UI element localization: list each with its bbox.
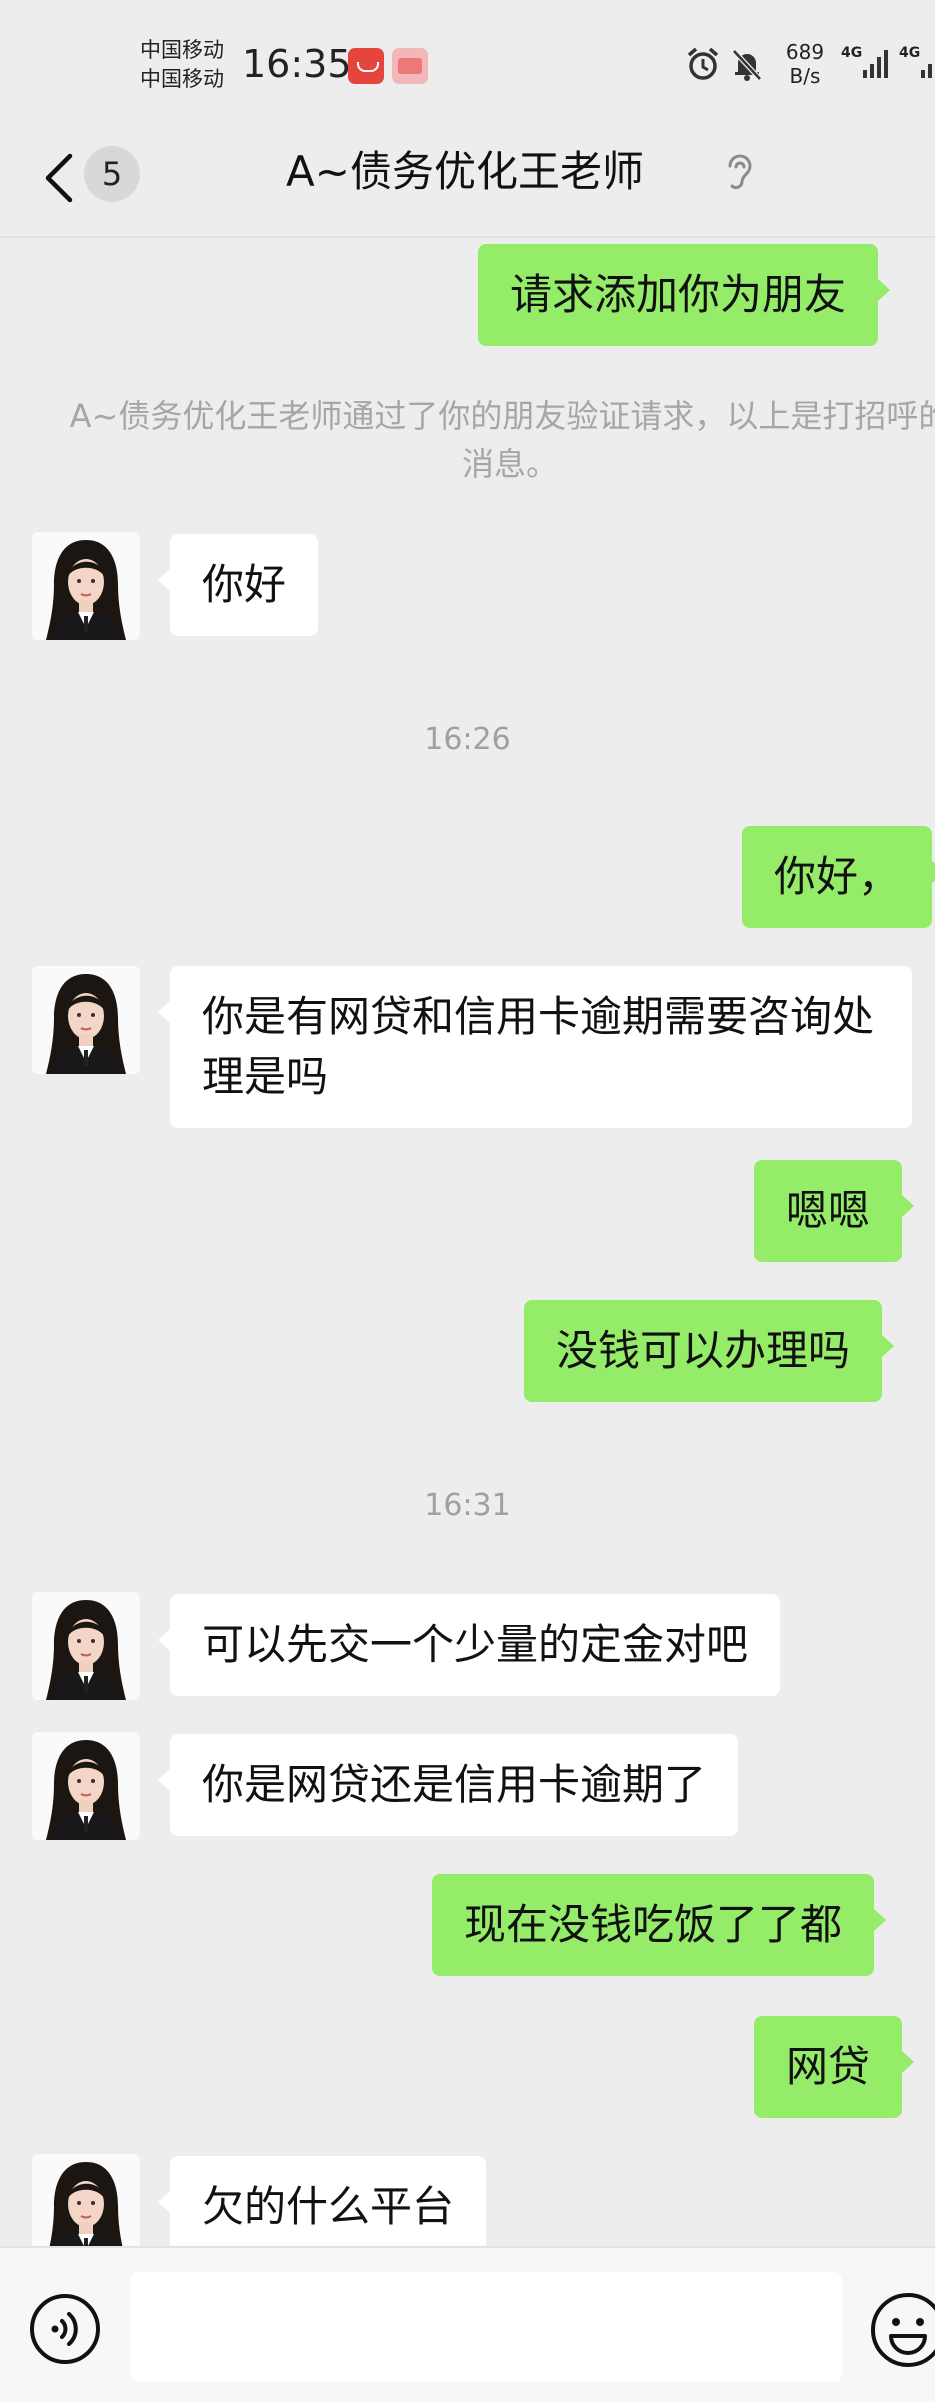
network-type-1: 4G: [841, 45, 863, 61]
sent-message-bubble[interactable]: 请求添加你为朋友: [478, 244, 891, 346]
sent-message-bubble[interactable]: 你好，: [742, 826, 935, 928]
signal-bars-icon: [863, 50, 888, 78]
ear-icon: [728, 154, 752, 190]
message-input[interactable]: [130, 2272, 842, 2382]
chat-input-bar: [0, 2246, 935, 2402]
received-message-bubble[interactable]: 你是有网贷和信用卡逾期需要咨询处理是吗: [158, 966, 912, 1128]
unread-count-badge[interactable]: 5: [84, 146, 140, 202]
header-divider: [0, 236, 935, 238]
message-timestamp: 16:26: [424, 722, 511, 757]
network-speed-value: 689: [785, 40, 825, 64]
sent-message-bubble[interactable]: 嗯嗯: [754, 1160, 915, 1262]
network-type-2: 4G: [899, 45, 921, 61]
chat-title: A~债务优化王老师: [286, 147, 644, 196]
huawei-app-icon: [348, 48, 384, 84]
emoji-icon[interactable]: [868, 2290, 935, 2370]
carrier-1: 中国移动: [140, 38, 224, 62]
status-time: 16:35: [242, 42, 352, 86]
received-message-bubble[interactable]: 你好: [157, 534, 319, 636]
contact-avatar[interactable]: [32, 1732, 140, 1840]
alarm-icon: [687, 47, 719, 80]
gift-app-icon: [392, 48, 428, 84]
received-message-bubble[interactable]: 欠的什么平台: [157, 2156, 487, 2258]
network-speed-unit: B/s: [789, 64, 821, 88]
contact-avatar[interactable]: [32, 532, 140, 640]
sent-message-bubble[interactable]: 网贷: [754, 2016, 915, 2118]
contact-avatar[interactable]: [32, 1592, 140, 1700]
sent-message-bubble[interactable]: 现在没钱吃饭了了都: [432, 1874, 887, 1976]
signal-bars-icon: [921, 64, 932, 78]
received-message-bubble[interactable]: 你是网贷还是信用卡逾期了: [157, 1734, 739, 1836]
system-notice: A~债务优化王老师通过了你的朋友验证请求，以上是打招呼的消息。: [69, 397, 935, 483]
chevron-left-icon[interactable]: [40, 150, 80, 206]
bell-off-icon: [732, 49, 762, 81]
voice-icon[interactable]: [28, 2292, 102, 2366]
contact-avatar[interactable]: [32, 966, 140, 1074]
message-timestamp: 16:31: [424, 1488, 511, 1523]
carrier-2: 中国移动: [140, 67, 224, 91]
carrier-labels: 中国移动 中国移动: [140, 36, 224, 94]
network-speed: 689 B/s: [775, 40, 835, 88]
sent-message-bubble[interactable]: 没钱可以办理吗: [524, 1300, 895, 1402]
received-message-bubble[interactable]: 可以先交一个少量的定金对吧: [157, 1594, 781, 1696]
status-bar: 中国移动 中国移动 16:35 689 B/s 4G 4G: [0, 0, 935, 120]
